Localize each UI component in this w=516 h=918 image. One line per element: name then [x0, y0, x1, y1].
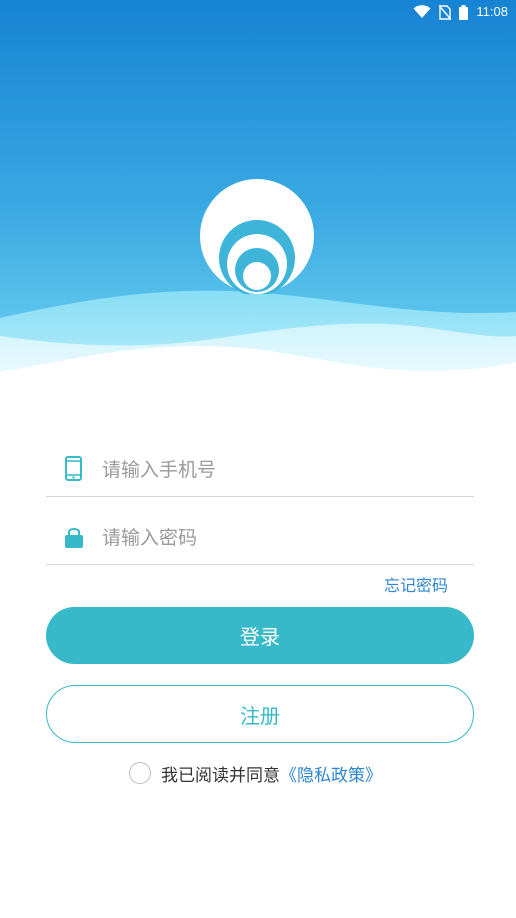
- wifi-icon: [413, 5, 431, 19]
- phone-input[interactable]: [102, 452, 462, 488]
- no-sim-icon: [439, 4, 452, 20]
- concentric-circles-logo-icon: [200, 179, 314, 296]
- agree-text: 我已阅读并同意: [161, 765, 280, 786]
- register-button[interactable]: 注册: [46, 685, 474, 743]
- login-button[interactable]: 登录: [46, 607, 474, 664]
- password-field: [46, 512, 474, 565]
- app-logo: [199, 178, 315, 296]
- status-bar: 11:08: [0, 0, 516, 24]
- password-input[interactable]: [102, 520, 462, 556]
- privacy-agreement: 我已阅读并同意 《隐私政策》: [129, 760, 382, 786]
- phone-icon: [64, 456, 84, 482]
- lock-icon: [64, 524, 84, 550]
- agree-checkbox[interactable]: [129, 762, 151, 784]
- phone-field: [46, 444, 474, 497]
- battery-icon: [459, 4, 469, 20]
- status-time: 11:08: [476, 4, 508, 19]
- forgot-password-link[interactable]: 忘记密码: [384, 572, 448, 596]
- privacy-policy-link[interactable]: 《隐私政策》: [280, 761, 382, 786]
